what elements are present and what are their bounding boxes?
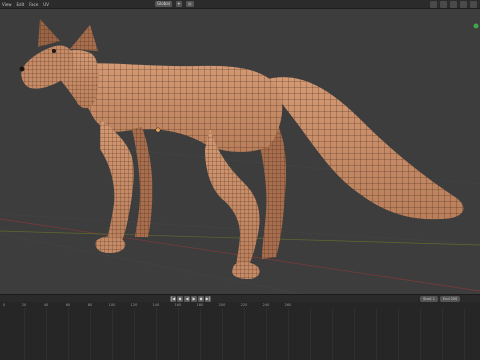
timeline-gridline — [310, 308, 311, 360]
timeline-gridline — [420, 308, 421, 360]
timeline-gridline — [332, 308, 333, 360]
nav-gizmo-icon[interactable] — [473, 23, 479, 29]
xray-icon[interactable] — [440, 1, 447, 8]
header-tools: Global ⌖ ◎ — [155, 1, 194, 7]
timeline-gridline — [266, 308, 267, 360]
start-frame-value: 1 — [432, 297, 435, 301]
menu-face[interactable]: Face — [29, 0, 38, 9]
timeline-gridline — [244, 308, 245, 360]
header-right-tools — [430, 1, 477, 8]
shading-material-icon[interactable] — [460, 1, 467, 8]
timeline-gridline — [354, 308, 355, 360]
fox-nose — [19, 66, 25, 72]
menu-uv[interactable]: UV — [43, 0, 49, 9]
timeline-gridline — [376, 308, 377, 360]
menu-edit[interactable]: Edit — [17, 0, 25, 9]
timeline-gridline — [200, 308, 201, 360]
start-frame-label: Start — [423, 297, 432, 301]
transform-orientation-dropdown[interactable]: Global — [155, 1, 172, 7]
fox-eye — [52, 49, 56, 53]
end-frame-label: End — [442, 297, 450, 301]
timeline-gridline — [46, 308, 47, 360]
timeline-gridline — [442, 308, 443, 360]
proportional-icon[interactable]: ◎ — [186, 1, 194, 7]
timeline-gridline — [464, 308, 465, 360]
snap-icon[interactable]: ⌖ — [175, 1, 183, 7]
timeline-gridline — [156, 308, 157, 360]
timeline-gridline — [222, 308, 223, 360]
end-frame-value: 250 — [450, 297, 458, 301]
timeline-gridline — [134, 308, 135, 360]
shading-solid-icon[interactable] — [450, 1, 457, 8]
timeline-gridline — [398, 308, 399, 360]
timeline-gridline — [112, 308, 113, 360]
viewport-header: View Edit Face UV Global ⌖ ◎ — [0, 0, 480, 9]
timeline-gridline — [178, 308, 179, 360]
menu-view[interactable]: View — [2, 0, 12, 9]
timeline-gridline — [90, 308, 91, 360]
timeline-header: |◀ ◆ ◀ ▶ ◆ ▶| Start 1 End 250 — [0, 294, 480, 302]
timeline-body[interactable] — [0, 308, 480, 360]
fox-mesh[interactable] — [19, 19, 464, 279]
3d-viewport[interactable] — [0, 9, 480, 294]
timeline-gridline — [24, 308, 25, 360]
shading-rendered-icon[interactable] — [470, 1, 477, 8]
timeline-gridline — [68, 308, 69, 360]
viewport-canvas[interactable] — [0, 9, 480, 294]
header-menu: View Edit Face UV — [2, 0, 49, 9]
overlay-icon[interactable] — [430, 1, 437, 8]
timeline-gridline — [288, 308, 289, 360]
object-origin-icon[interactable] — [155, 127, 161, 133]
